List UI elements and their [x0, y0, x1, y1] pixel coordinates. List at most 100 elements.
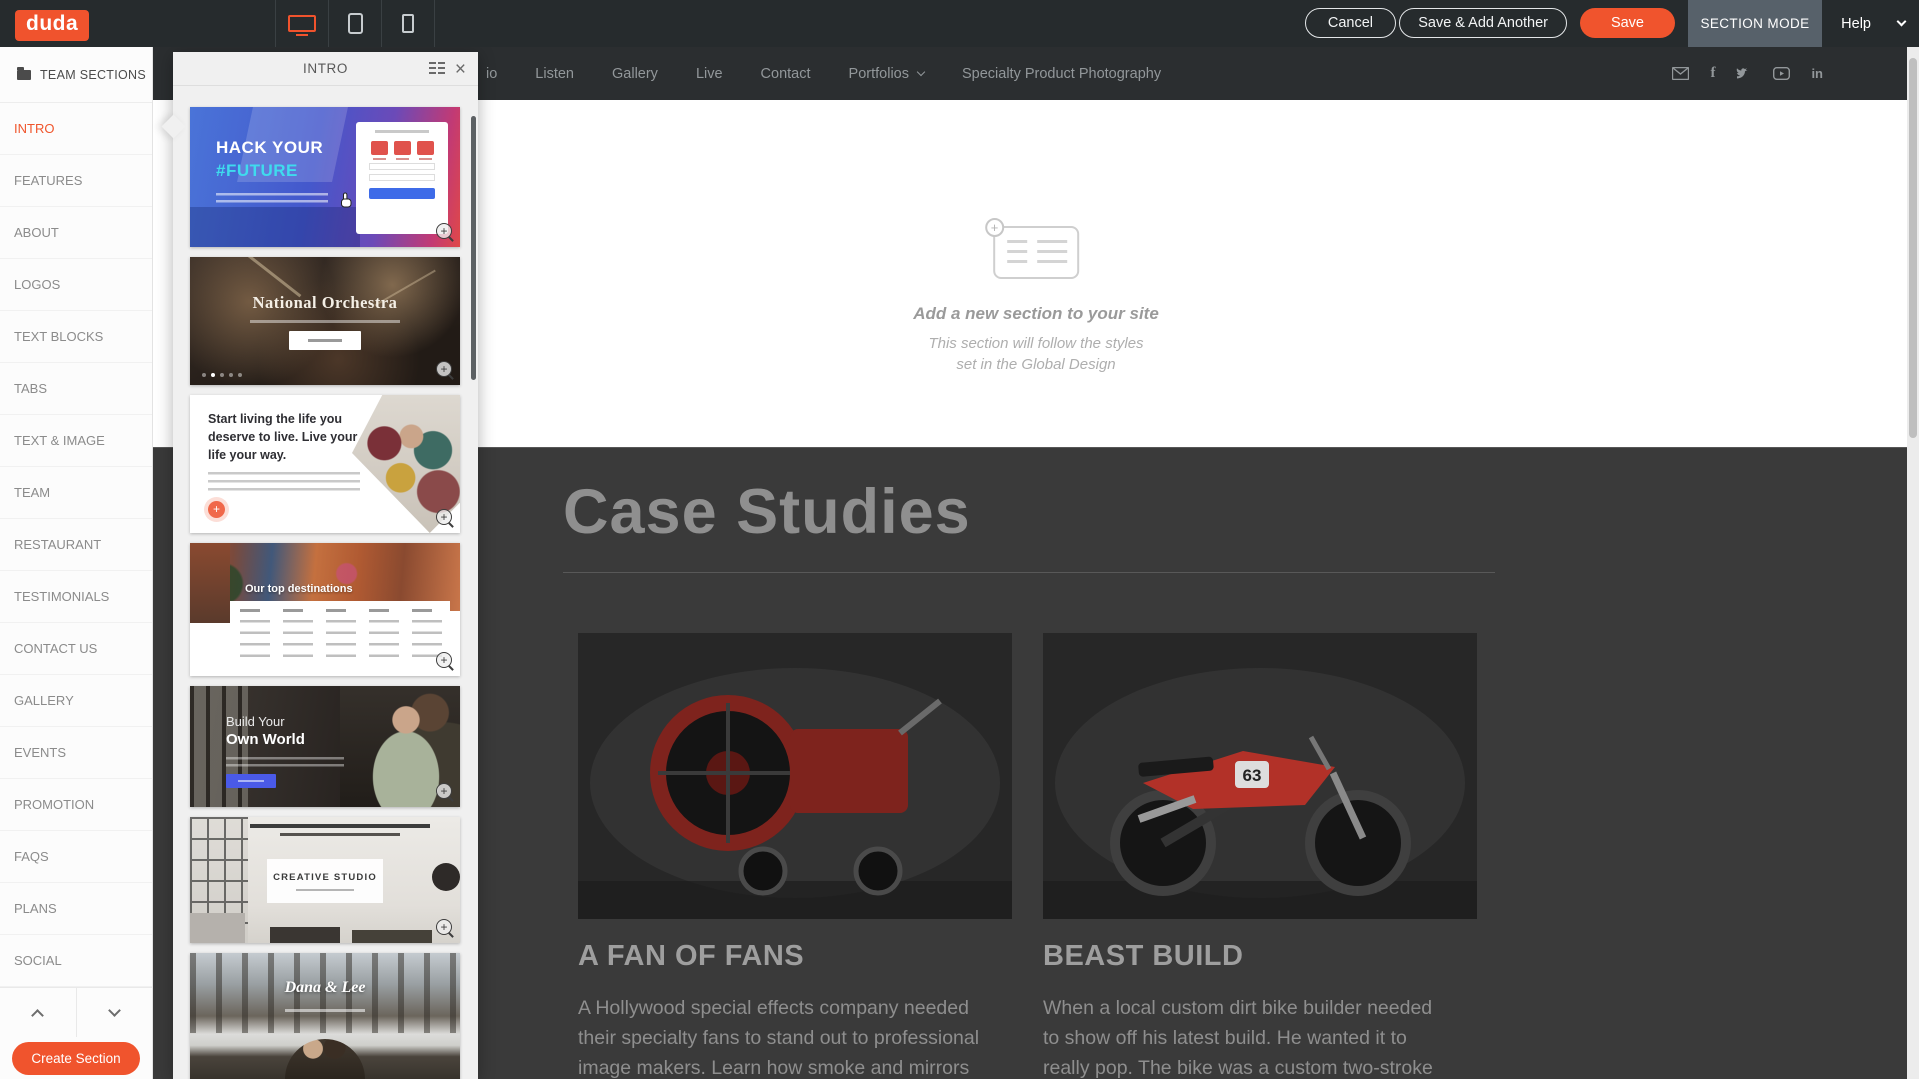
- scroll-down-button[interactable]: [77, 988, 153, 1037]
- nav-item-portfolios[interactable]: Portfolios: [849, 66, 924, 82]
- facebook-icon[interactable]: f: [1710, 65, 1715, 82]
- nav-item-specialty[interactable]: Specialty Product Photography: [962, 66, 1161, 82]
- save-add-another-button[interactable]: Save & Add Another: [1399, 8, 1567, 38]
- sidebar-item-restaurant[interactable]: RESTAURANT: [0, 519, 152, 571]
- couple-photo: [285, 1039, 365, 1079]
- countdown-block: [394, 141, 411, 155]
- placeholder-lines: [1037, 240, 1067, 266]
- magnifier-icon[interactable]: +: [436, 652, 452, 668]
- window-scrollbar[interactable]: [1907, 47, 1919, 1079]
- sidebar-pager: [0, 987, 152, 1037]
- intro-templates-panel: INTRO × HACK YOUR #FUTURE: [173, 52, 478, 1079]
- sidebar-item-events[interactable]: EVENTS: [0, 727, 152, 779]
- nav-item-bio[interactable]: io: [486, 66, 497, 82]
- furniture-shape: [352, 930, 432, 943]
- help-menu[interactable]: Help: [1841, 0, 1905, 47]
- magnifier-icon[interactable]: +: [436, 783, 452, 799]
- nav-item-live[interactable]: Live: [696, 66, 723, 82]
- countdown-block: [371, 141, 388, 155]
- sidebar-item-faqs[interactable]: FAQS: [0, 831, 152, 883]
- text-placeholder-bar: [285, 1009, 365, 1012]
- desktop-view-button[interactable]: [276, 0, 329, 47]
- magnifier-icon[interactable]: +: [436, 361, 452, 377]
- sidebar-item-about[interactable]: ABOUT: [0, 207, 152, 259]
- add-section-placeholder[interactable]: + Add a new section to your site This se…: [913, 226, 1159, 375]
- sidebar-item-logos[interactable]: LOGOS: [0, 259, 152, 311]
- nav-item-contact[interactable]: Contact: [761, 66, 811, 82]
- sidebar-item-tabs[interactable]: TABS: [0, 363, 152, 415]
- dirt-bike-image: 63: [1043, 633, 1477, 919]
- template-heading: Start living the life you deserve to liv…: [208, 410, 370, 464]
- template-build-your-own-world[interactable]: Build Your Own World +: [190, 686, 460, 807]
- magnifier-icon[interactable]: +: [436, 223, 452, 239]
- nav-item-gallery[interactable]: Gallery: [612, 66, 658, 82]
- chair-shape: [432, 863, 460, 891]
- chevron-down-icon: [108, 1004, 121, 1017]
- tablet-view-button[interactable]: [329, 0, 382, 47]
- template-creative-studio[interactable]: CREATIVE STUDIO +: [190, 817, 460, 943]
- nav-item-listen[interactable]: Listen: [535, 66, 574, 82]
- create-section-button[interactable]: Create Section: [12, 1042, 139, 1075]
- text-placeholder-bar: [296, 889, 354, 891]
- template-title-line1: Build Your: [226, 714, 285, 729]
- template-start-living[interactable]: Start living the life you deserve to liv…: [190, 395, 460, 533]
- template-top-destinations[interactable]: Our top destinations +: [190, 543, 460, 676]
- dot: [238, 373, 242, 377]
- case-card-text: When a local custom dirt bike builder ne…: [1043, 993, 1445, 1079]
- scrollbar-thumb[interactable]: [1909, 58, 1917, 438]
- template-national-orchestra[interactable]: National Orchestra +: [190, 257, 460, 385]
- scroll-up-button[interactable]: [0, 988, 77, 1037]
- help-label: Help: [1841, 16, 1871, 32]
- sidebar-item-features[interactable]: FEATURES: [0, 155, 152, 207]
- sidebar-item-text-blocks[interactable]: TEXT BLOCKS: [0, 311, 152, 363]
- mobile-view-button[interactable]: [382, 0, 435, 47]
- grid-view-icon[interactable]: [429, 61, 445, 79]
- divider: [563, 572, 1495, 573]
- sections-sidebar: TEAM SECTIONS INTRO FEATURES ABOUT LOGOS…: [0, 47, 153, 1079]
- sidebar-item-text-image[interactable]: TEXT & IMAGE: [0, 415, 152, 467]
- furniture-shape: [270, 927, 340, 943]
- sidebar-item-gallery[interactable]: GALLERY: [0, 675, 152, 727]
- close-icon[interactable]: ×: [455, 62, 466, 78]
- chevron-down-icon: [1897, 17, 1907, 27]
- countdown-block: [417, 141, 434, 155]
- sidebar-item-promotion[interactable]: PROMOTION: [0, 779, 152, 831]
- dot-active: [211, 373, 215, 377]
- save-button[interactable]: Save: [1580, 8, 1675, 38]
- plus-button-icon: +: [208, 501, 225, 518]
- template-title: Dana & Lee: [190, 979, 460, 997]
- sidebar-item-team[interactable]: TEAM: [0, 467, 152, 519]
- sidebar-item-contact-us[interactable]: CONTACT US: [0, 623, 152, 675]
- sidebar-item-intro[interactable]: INTRO: [0, 103, 152, 155]
- editor-topbar: duda Cancel Save & Add Another Save SECT…: [0, 0, 1919, 47]
- text-placeholder-bars: [216, 193, 328, 203]
- case-studies-title: Case Studies: [563, 476, 971, 548]
- template-hack-your-future[interactable]: HACK YOUR #FUTURE: [190, 107, 460, 247]
- template-thumbnail-list: HACK YOUR #FUTURE: [173, 86, 478, 1079]
- template-title: CREATIVE STUDIO: [273, 872, 377, 883]
- folder-icon: [17, 70, 31, 80]
- subtitle-line-1: This section will follow the styles: [913, 333, 1159, 354]
- sidebar-header-label: TEAM SECTIONS: [40, 68, 146, 82]
- magnifier-icon[interactable]: +: [436, 919, 452, 935]
- cancel-button[interactable]: Cancel: [1305, 8, 1396, 38]
- text-placeholder-bars: [208, 472, 360, 496]
- template-dana-and-lee[interactable]: Dana & Lee: [190, 953, 460, 1079]
- email-icon[interactable]: [1672, 67, 1689, 80]
- sidebar-item-social[interactable]: SOCIAL: [0, 935, 152, 987]
- countdown-blocks: [364, 141, 440, 155]
- sidebar-header: TEAM SECTIONS: [0, 47, 152, 103]
- street-photo-strip: [190, 543, 230, 623]
- links-table-placeholder: [230, 601, 450, 667]
- youtube-icon[interactable]: [1773, 67, 1790, 80]
- sidebar-item-testimonials[interactable]: TESTIMONIALS: [0, 571, 152, 623]
- button-placeholder: [226, 774, 276, 788]
- chevron-down-icon: [917, 68, 925, 76]
- sidebar-item-plans[interactable]: PLANS: [0, 883, 152, 935]
- magnifier-icon[interactable]: +: [436, 509, 452, 525]
- panel-scrollbar-thumb[interactable]: [471, 116, 476, 380]
- twitter-icon[interactable]: [1736, 67, 1752, 80]
- linkedin-icon[interactable]: in: [1811, 66, 1823, 81]
- add-section-title: Add a new section to your site: [913, 304, 1159, 324]
- chevron-up-icon: [31, 1009, 44, 1022]
